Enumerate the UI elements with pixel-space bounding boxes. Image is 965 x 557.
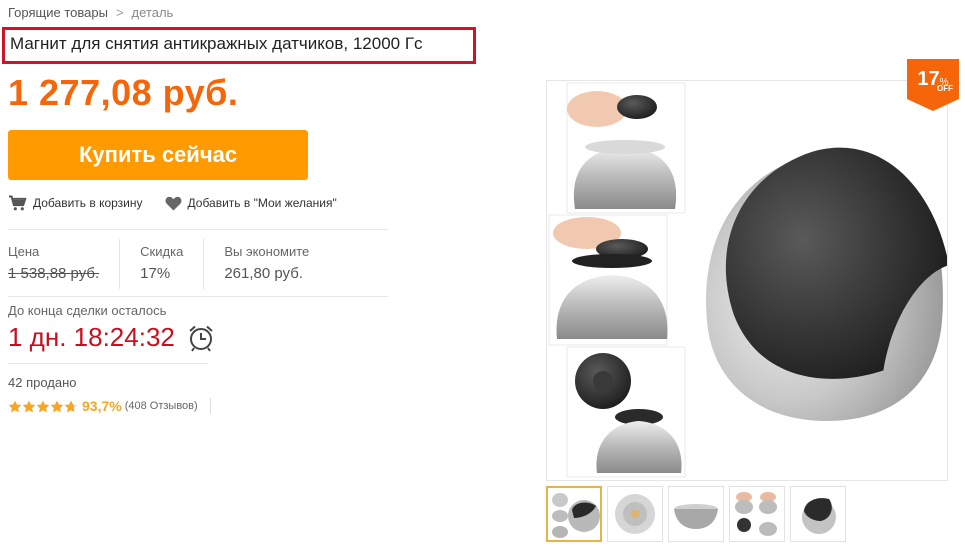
divider [8,296,388,297]
add-to-wishlist-label: Добавить в "Мои желания" [187,196,337,210]
breadcrumb-link-hot-deals[interactable]: Горящие товары [8,5,108,20]
stat-savings-label: Вы экономите [224,244,310,259]
thumbnail-1[interactable] [546,486,602,542]
divider [8,363,208,364]
stat-price: Цена 1 538,88 руб. [8,239,119,289]
stat-discount-label: Скидка [140,244,184,259]
cart-icon [9,195,27,211]
discount-value: 17% [140,265,171,282]
breadcrumb: Горящие товары > деталь [8,5,173,20]
stat-discount: Скидка 17% [119,239,203,289]
original-price: 1 538,88 руб. [8,265,100,282]
reviews-count[interactable]: (408 Отзывов) [125,400,198,412]
sold-count: 42 продано [8,375,77,390]
thumbnail-2[interactable] [607,486,663,542]
breadcrumb-current: деталь [131,5,174,20]
thumbnail-image [548,488,600,540]
thumbnail-image [730,487,784,541]
rating-stars [8,399,78,413]
price-stats: Цена 1 538,88 руб. Скидка 17% Вы экономи… [8,239,329,289]
star-icon [8,399,22,412]
breadcrumb-separator: > [115,5,124,20]
deal-countdown: 1 дн. 18:24:32 [8,322,215,353]
add-to-wishlist-link[interactable]: Добавить в "Мои желания" [165,196,337,211]
add-to-cart-label: Добавить в корзину [33,196,143,210]
add-to-cart-link[interactable]: Добавить в корзину [8,195,143,211]
thumbnail-4[interactable] [729,486,785,542]
badge-off: OFF [937,84,953,93]
star-icon [22,399,36,412]
thumbnail-image [608,487,662,541]
thumbnail-image [669,487,723,541]
star-icon [50,399,64,412]
action-links: Добавить в корзину Добавить в "Мои желан… [8,195,337,211]
star-half-icon [64,399,78,412]
thumbnail-strip [546,486,851,542]
countdown-value: 1 дн. 18:24:32 [8,322,175,352]
product-title-highlight: Магнит для снятия антикражных датчиков, … [2,27,476,64]
alarm-clock-icon [189,325,213,352]
deal-countdown-label: До конца сделки осталось [8,303,167,318]
thumbnail-3[interactable] [668,486,724,542]
thumbnail-5[interactable] [790,486,846,542]
star-icon [36,399,50,412]
divider [209,398,211,414]
rating-percent: 93,7% [82,398,122,414]
product-title: Магнит для снятия антикражных датчиков, … [10,34,423,53]
divider [8,229,388,230]
product-price: 1 277,08 руб. [8,72,239,113]
main-product-image[interactable] [546,80,948,481]
heart-icon [165,196,181,210]
stat-savings: Вы экономите 261,80 руб. [203,239,329,289]
buy-now-button[interactable]: Купить сейчас [8,130,308,180]
discount-badge-text: 17% OFF [907,68,959,93]
thumbnail-image [791,487,845,541]
rating-row[interactable]: 93,7% (408 Отзывов) [8,398,211,414]
stat-price-label: Цена [8,244,40,259]
magnet-collage-image [548,82,947,478]
savings-value: 261,80 руб. [224,265,303,282]
